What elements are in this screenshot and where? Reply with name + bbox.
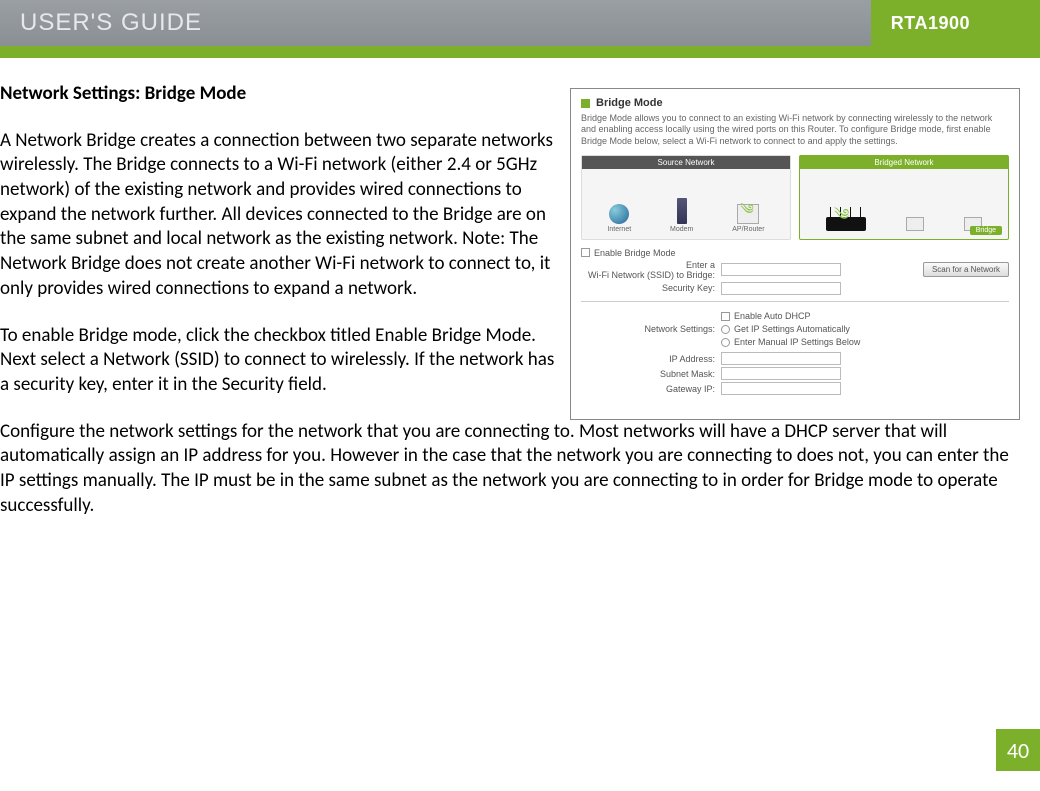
gateway-ip-input[interactable]: [721, 382, 841, 395]
panel-title: Bridge Mode: [596, 97, 663, 109]
ip-address-label: IP Address:: [581, 354, 721, 364]
auto-dhcp-label: Enable Auto DHCP: [734, 311, 811, 321]
network-diagram: Source Network Internet Modem ༄AP/Router…: [581, 155, 1009, 240]
header-bar: USER'S GUIDE RTA1900: [0, 0, 1040, 46]
ssid-input[interactable]: [721, 263, 841, 276]
security-key-input[interactable]: [721, 282, 841, 295]
auto-dhcp-checkbox[interactable]: [721, 312, 730, 321]
network-settings-label: Network Settings:: [581, 324, 721, 334]
manual-ip-label: Enter Manual IP Settings Below: [734, 337, 860, 347]
bridged-network-label: Bridged Network: [800, 156, 1008, 169]
green-stripe: [0, 46, 1040, 58]
modem-label: Modem: [670, 226, 693, 233]
modem-icon: [677, 198, 687, 224]
paragraph-2: To enable Bridge mode, click the checkbo…: [0, 324, 556, 398]
paragraph-1: A Network Bridge creates a connection be…: [0, 129, 556, 302]
get-ip-auto-radio[interactable]: [721, 325, 730, 334]
enable-bridge-label: Enable Bridge Mode: [594, 248, 676, 258]
get-ip-auto-label: Get IP Settings Automatically: [734, 324, 850, 334]
router-icon: ༄: [826, 217, 866, 231]
panel-description: Bridge Mode allows you to connect to an …: [581, 113, 1009, 147]
ssid-label: Enter a Wi-Fi Network (SSID) to Bridge:: [581, 260, 721, 280]
pc-icon: [906, 217, 924, 231]
subnet-mask-label: Subnet Mask:: [581, 369, 721, 379]
bridge-badge: Bridge: [970, 226, 1002, 235]
ap-router-icon: ༄: [737, 204, 759, 224]
source-network-label: Source Network: [582, 156, 790, 169]
wifi-icon: ༄: [834, 197, 849, 242]
section-heading: Network Settings: Bridge Mode: [0, 82, 556, 107]
enable-bridge-checkbox[interactable]: [581, 248, 590, 257]
header-model: RTA1900: [891, 13, 970, 34]
scan-network-button[interactable]: Scan for a Network: [923, 262, 1009, 277]
subnet-mask-input[interactable]: [721, 367, 841, 380]
divider: [581, 301, 1009, 302]
header-model-wrap: RTA1900: [871, 0, 1040, 46]
bridge-mode-screenshot: Bridge Mode Bridge Mode allows you to co…: [570, 88, 1020, 420]
security-key-label: Security Key:: [581, 283, 721, 293]
ip-address-input[interactable]: [721, 352, 841, 365]
page-number: 40: [996, 729, 1040, 771]
globe-icon: [609, 204, 629, 224]
header-title: USER'S GUIDE: [20, 9, 871, 37]
square-icon: [581, 99, 590, 108]
gateway-ip-label: Gateway IP:: [581, 384, 721, 394]
wifi-icon: ༄: [740, 193, 753, 233]
paragraph-3: Configure the network settings for the n…: [0, 420, 1020, 519]
internet-label: Internet: [607, 226, 631, 233]
manual-ip-radio[interactable]: [721, 338, 730, 347]
